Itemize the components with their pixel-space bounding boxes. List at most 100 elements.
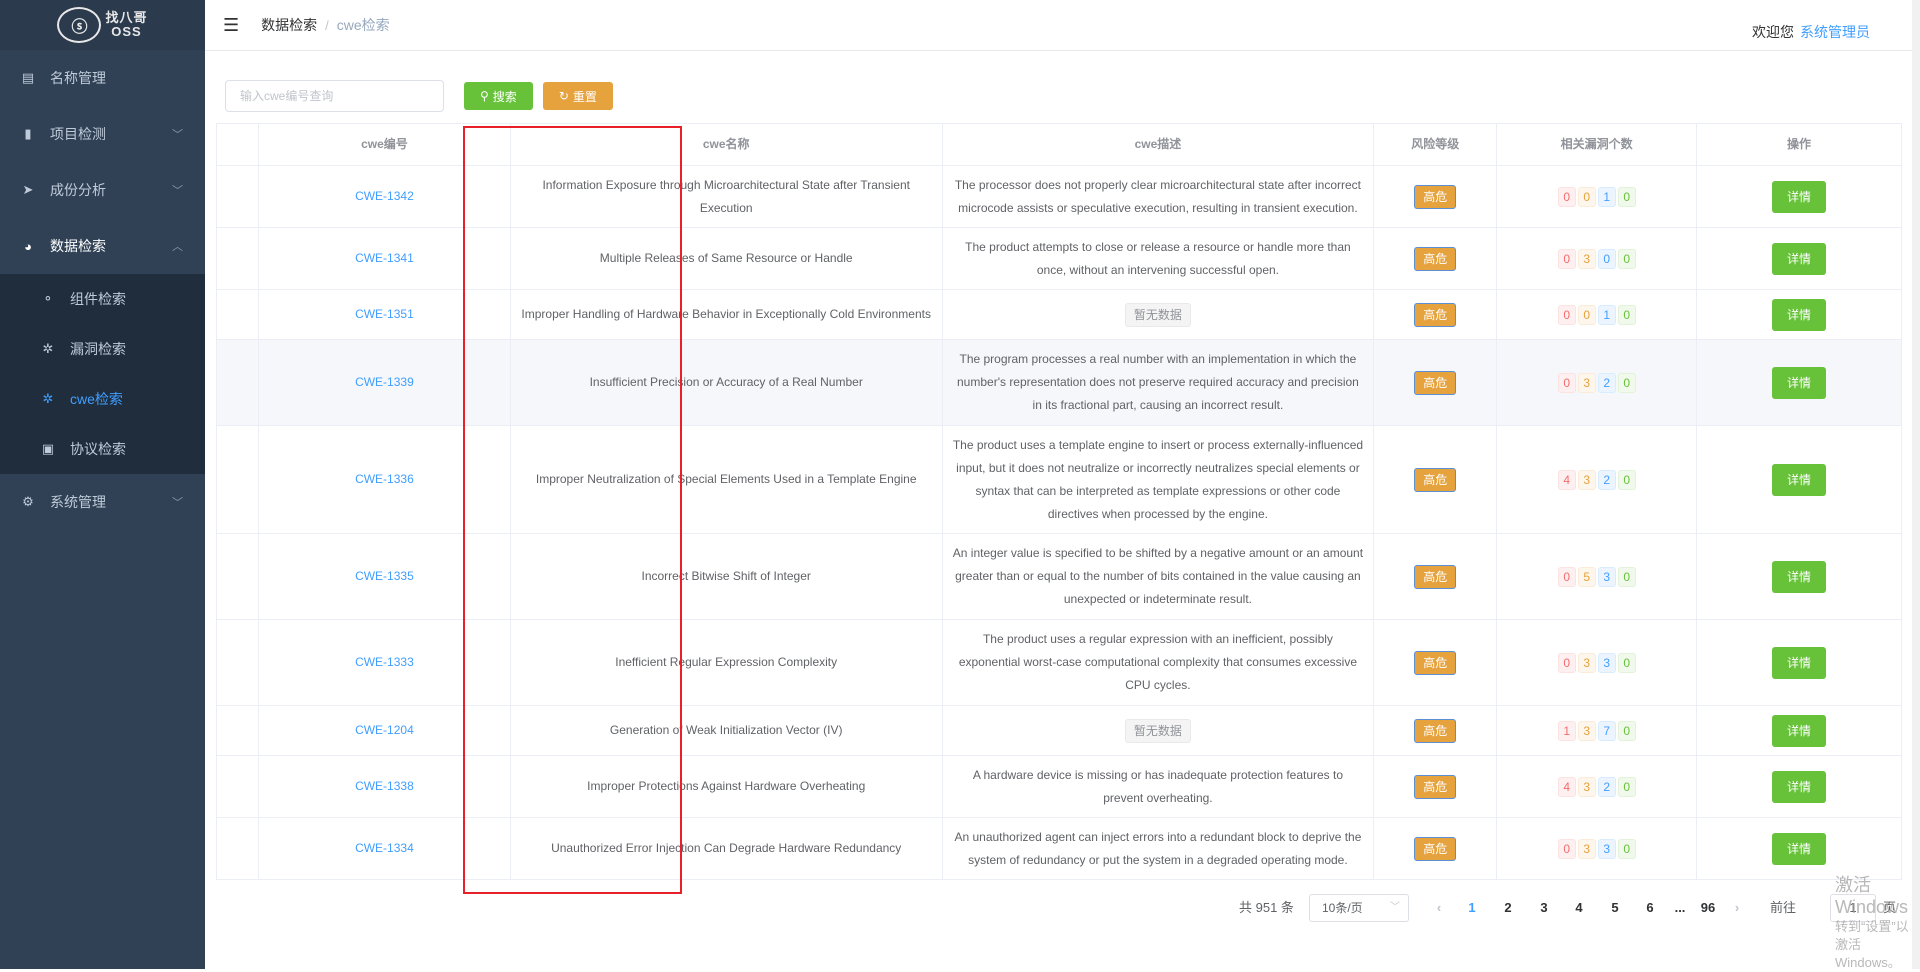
page-6[interactable]: 6 [1635,893,1665,923]
sidebar: ⓢ 找八哥 OSS ▤ 名称管理 ▮ 项目检测 ﹀ ➤ 成份分析 ﹀ ◕ 数据检… [0,0,205,969]
page-96[interactable]: 96 [1693,893,1723,923]
vuln-count-tag: 2 [1597,776,1616,797]
detail-button[interactable]: 详情 [1772,560,1827,593]
page-1[interactable]: 1 [1457,893,1487,923]
no-data-tag: 暂无数据 [1124,302,1191,327]
cwe-id-link[interactable]: CWE-1336 [355,468,414,491]
cwe-id-link[interactable]: CWE-1351 [355,303,414,326]
detail-button[interactable]: 详情 [1772,832,1827,865]
sidebar-item-license-search[interactable]: ▣ 协议检索 [0,424,205,474]
vuln-count-tag: 0 [1577,304,1596,325]
risk-cell: 高危 [1374,756,1498,817]
cwe-desc-cell: A hardware device is missing or has inad… [943,756,1375,817]
detail-button[interactable]: 详情 [1772,770,1827,803]
vuln-count-tag: 2 [1597,469,1616,490]
cwe-desc-text: The program processes a real number with… [957,352,1359,412]
risk-badge: 高危 [1414,774,1457,799]
risk-badge: 高危 [1414,718,1457,743]
user-name[interactable]: 系统管理员 [1800,24,1870,40]
vuln-count-tag: 3 [1597,652,1616,673]
watermark-line-2: 转到“设置”以激活 Windows。 [1835,919,1909,970]
cwe-id-cell: CWE-1338 [259,756,511,817]
prev-page-button[interactable]: ‹ [1429,893,1449,923]
sidebar-item-data-search[interactable]: ◕ 数据检索 ︿ [0,218,205,274]
cwe-id-link[interactable]: CWE-1342 [355,185,414,208]
page-size-value: 10条/页 [1322,901,1363,915]
logo-badge-icon: ⓢ [57,7,102,43]
sidebar-item-project-detection[interactable]: ▮ 项目检测 ﹀ [0,106,205,162]
cwe-id-link[interactable]: CWE-1341 [355,247,414,270]
cwe-id-link[interactable]: CWE-1339 [355,371,414,394]
cwe-desc-cell: 暂无数据 [943,706,1375,755]
risk-badge: 高危 [1414,302,1457,327]
header-cwe-name: cwe名称 [511,124,943,165]
header-risk-level: 风险等级 [1374,124,1498,165]
table-header: cwe编号 cwe名称 cwe描述 风险等级 相关漏洞个数 操作 [217,124,1902,166]
sidebar-item-name-management[interactable]: ▤ 名称管理 [0,50,205,106]
cwe-id-cell: CWE-1342 [259,166,511,227]
cwe-name-cell: Insufficient Precision or Accuracy of a … [511,340,943,425]
detail-button[interactable]: 详情 [1772,242,1827,275]
cwe-name-cell: Information Exposure through Microarchit… [511,166,943,227]
vuln-count-tag: 0 [1557,372,1576,393]
vuln-count-cell: 0010 [1497,166,1698,227]
vuln-count-tag: 0 [1597,248,1616,269]
search-input[interactable]: 输入cwe编号查询 [225,80,444,112]
action-cell: 详情 [1697,426,1902,533]
action-cell: 详情 [1697,620,1902,705]
logo[interactable]: ⓢ 找八哥 OSS [0,0,205,50]
cwe-id-cell: CWE-1335 [259,534,511,619]
cwe-id-link[interactable]: CWE-1335 [355,565,414,588]
vuln-count-tag: 2 [1597,372,1616,393]
scrollbar[interactable] [1912,0,1920,969]
cwe-id-cell: CWE-1339 [259,340,511,425]
vuln-count-tag: 0 [1557,248,1576,269]
cwe-name-cell: Incorrect Bitwise Shift of Integer [511,534,943,619]
vuln-count-tag: 4 [1557,776,1576,797]
vuln-count-tag: 0 [1617,372,1636,393]
cwe-id-link[interactable]: CWE-1338 [355,775,414,798]
vuln-count-tag: 0 [1617,304,1636,325]
chevron-down-icon: ﹀ [172,185,183,197]
reset-button[interactable]: ↻ 重置 [542,82,613,110]
page-2[interactable]: 2 [1493,893,1523,923]
search-button[interactable]: ⚲ 搜索 [464,82,533,110]
vuln-count-tag: 0 [1617,652,1636,673]
vuln-count-tag: 1 [1597,186,1616,207]
cwe-id-cell: CWE-1204 [259,706,511,755]
action-cell: 详情 [1697,166,1902,227]
risk-badge: 高危 [1414,650,1457,675]
page-3[interactable]: 3 [1529,893,1559,923]
breadcrumb-data-search[interactable]: 数据检索 [261,15,317,35]
sidebar-item-vulnerability-search[interactable]: ✲ 漏洞检索 [0,324,205,374]
vuln-count-tag: 3 [1597,566,1616,587]
chevron-down-icon: ﹀ [1390,902,1400,913]
hamburger-icon[interactable]: ☰ [223,15,239,36]
sidebar-item-component-search[interactable]: ⚬ 组件检索 [0,274,205,324]
page-5[interactable]: 5 [1600,893,1630,923]
cwe-id-link[interactable]: CWE-1334 [355,837,414,860]
detail-button[interactable]: 详情 [1772,714,1827,747]
cwe-id-link[interactable]: CWE-1333 [355,651,414,674]
header-vuln-count: 相关漏洞个数 [1497,124,1698,165]
next-page-button[interactable]: › [1727,893,1747,923]
page-ellipsis[interactable]: ... [1665,893,1695,923]
action-cell: 详情 [1697,756,1902,817]
header-cwe-desc: cwe描述 [943,124,1375,165]
bug-icon: ✲ [42,341,54,356]
detail-button[interactable]: 详情 [1772,298,1827,331]
detail-button[interactable]: 详情 [1772,366,1827,399]
cwe-id-link[interactable]: CWE-1204 [355,719,414,742]
table-row: CWE-1335 Incorrect Bitwise Shift of Integ… [217,534,1902,620]
detail-button[interactable]: 详情 [1772,646,1827,679]
sidebar-item-cwe-search[interactable]: ✲ cwe检索 [0,374,205,424]
cwe-desc-text: An unauthorized agent can inject errors … [954,829,1362,867]
detail-button[interactable]: 详情 [1772,180,1827,213]
sidebar-item-system-management[interactable]: ⚙ 系统管理 ﹀ [0,474,205,530]
page-4[interactable]: 4 [1564,893,1594,923]
sidebar-item-composition-analysis[interactable]: ➤ 成份分析 ﹀ [0,162,205,218]
submenu-data-search: ⚬ 组件检索 ✲ 漏洞检索 ✲ cwe检索 ▣ 协议检索 [0,274,205,474]
page-size-select[interactable]: 10条/页 ﹀ [1309,894,1409,922]
detail-button[interactable]: 详情 [1772,463,1827,496]
filter-bar: 输入cwe编号查询 ⚲ 搜索 ↻ 重置 [225,80,613,112]
